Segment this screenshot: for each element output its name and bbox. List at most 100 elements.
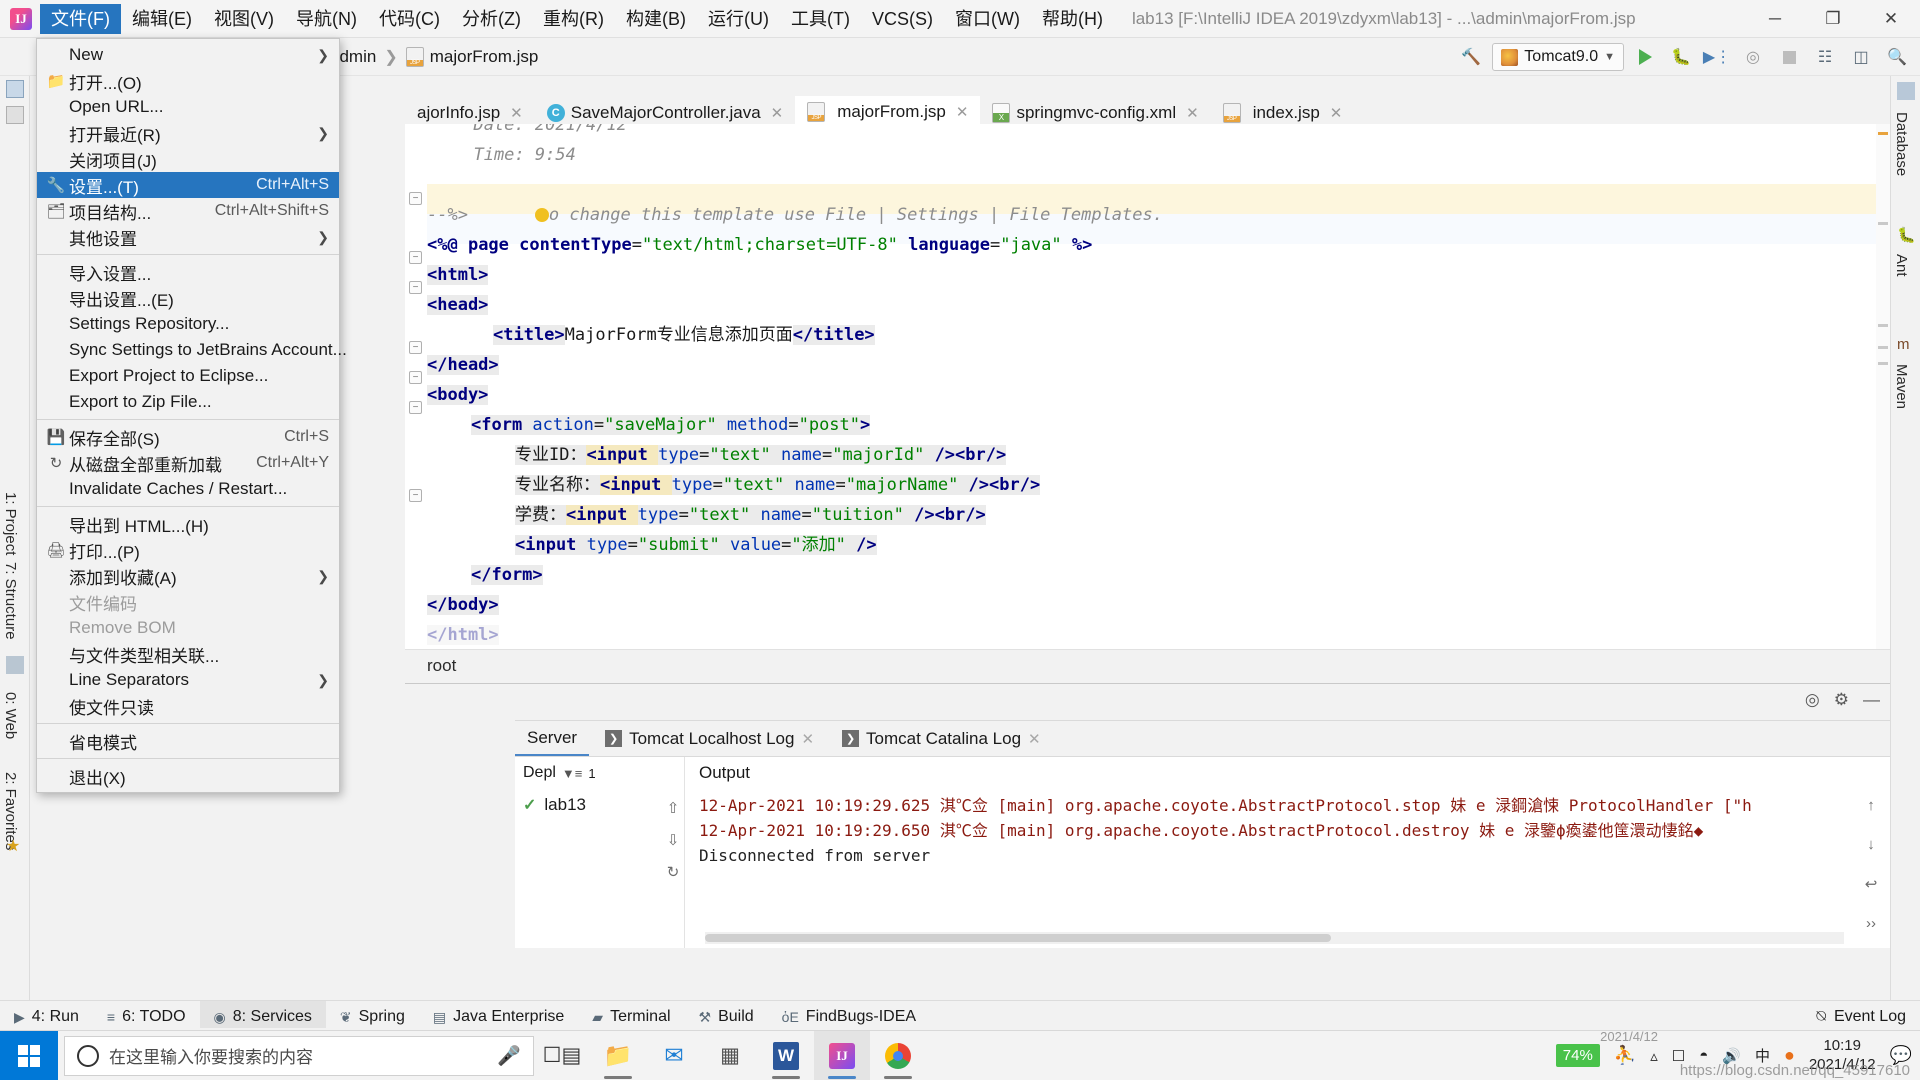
- grid-icon[interactable]: [6, 656, 24, 674]
- fold-icon[interactable]: −: [409, 371, 422, 384]
- target-icon[interactable]: ◎: [1805, 690, 1820, 710]
- file-menu-item-13[interactable]: Export Project to Eclipse...: [37, 363, 339, 389]
- menu-item-5[interactable]: 分析(Z): [451, 4, 532, 34]
- database-icon[interactable]: [1897, 82, 1915, 100]
- tool-window-tab-0[interactable]: Server: [515, 722, 590, 756]
- scroll-up-icon[interactable]: ⇧: [667, 799, 680, 817]
- menu-item-11[interactable]: 窗口(W): [944, 4, 1031, 34]
- file-menu-item-7[interactable]: 其他设置 ❯: [37, 224, 339, 250]
- file-menu-item-4[interactable]: 关闭项目(J): [37, 146, 339, 172]
- run-configuration-selector[interactable]: Tomcat9.0 ▼: [1492, 43, 1624, 71]
- store-icon[interactable]: ▦: [702, 1031, 758, 1080]
- file-menu-dropdown[interactable]: New ❯ 📁 打开...(O) Open URL... 打开最近(R) ❯ 关闭项目(J) 🔧…: [36, 38, 347, 793]
- profile-icon[interactable]: ◎: [1738, 43, 1768, 71]
- sidebar-item-project[interactable]: 1: Project: [0, 486, 23, 561]
- breadcrumb-file[interactable]: majorFrom.jsp: [430, 47, 539, 67]
- close-tab-icon[interactable]: ✕: [1186, 104, 1199, 122]
- fold-icon[interactable]: −: [409, 251, 422, 264]
- minimize-icon[interactable]: —: [1863, 690, 1880, 710]
- file-menu-item-2[interactable]: Open URL...: [37, 94, 339, 120]
- expand-icon[interactable]: ››: [1866, 915, 1876, 932]
- arrow-up-icon[interactable]: ↑: [1867, 797, 1875, 814]
- menu-item-7[interactable]: 构建(B): [615, 4, 697, 34]
- start-button[interactable]: [0, 1030, 58, 1080]
- run-with-coverage-icon[interactable]: ▶⋮: [1702, 43, 1732, 71]
- taskbar-search-input[interactable]: 在这里输入你要搜索的内容 🎤: [64, 1035, 534, 1076]
- sidebar-item-maven[interactable]: Maven: [1889, 358, 1914, 415]
- menu-item-4[interactable]: 代码(C): [368, 4, 451, 34]
- file-menu-item-12[interactable]: Sync Settings to JetBrains Account...: [37, 337, 347, 363]
- menu-item-10[interactable]: VCS(S): [861, 4, 944, 34]
- tool-window-tab-1[interactable]: ❯ Tomcat Localhost Log ✕: [593, 723, 826, 755]
- sidebar-item-web[interactable]: 0: Web: [0, 686, 23, 745]
- accessibility-icon[interactable]: ⛹: [1614, 1045, 1636, 1066]
- sidebar-item-structure[interactable]: 7: Structure: [0, 556, 23, 646]
- menu-item-6[interactable]: 重构(R): [532, 4, 615, 34]
- star-icon[interactable]: ★: [6, 836, 24, 855]
- fold-icon[interactable]: −: [409, 401, 422, 414]
- file-menu-item-20[interactable]: 导出到 HTML...(H): [37, 511, 339, 537]
- file-explorer-icon[interactable]: 📁: [590, 1031, 646, 1080]
- menu-item-8[interactable]: 运行(U): [697, 4, 780, 34]
- console-output[interactable]: 12-Apr-2021 10:19:29.625 淇℃佥 [main] org.…: [685, 789, 1854, 922]
- maximize-button[interactable]: ❐: [1804, 0, 1862, 38]
- editor-scrollbar[interactable]: [1876, 124, 1890, 649]
- file-menu-item-0[interactable]: New ❯: [37, 42, 339, 68]
- file-menu-item-29[interactable]: 省电模式: [37, 728, 339, 754]
- file-menu-item-1[interactable]: 📁 打开...(O): [37, 68, 339, 94]
- menu-item-12[interactable]: 帮助(H): [1031, 4, 1114, 34]
- fold-icon[interactable]: −: [409, 281, 422, 294]
- mail-icon[interactable]: ✉: [646, 1031, 702, 1080]
- folder-icon[interactable]: [6, 106, 24, 124]
- file-menu-item-17[interactable]: ↻ 从磁盘全部重新加载 Ctrl+Alt+Y: [37, 450, 339, 476]
- run-icon[interactable]: [1630, 43, 1660, 71]
- file-menu-item-26[interactable]: Line Separators ❯: [37, 667, 339, 693]
- microphone-icon[interactable]: 🎤: [497, 1044, 521, 1068]
- code-content[interactable]: Date: 2021/4/12 Time: 9:54 o change this…: [427, 124, 1890, 649]
- breadcrumb-root[interactable]: root: [427, 656, 456, 676]
- file-menu-item-10[interactable]: 导出设置...(E): [37, 285, 339, 311]
- project-structure-icon[interactable]: ☷: [1810, 43, 1840, 71]
- file-menu-item-31[interactable]: 退出(X): [37, 763, 339, 789]
- fold-icon[interactable]: −: [409, 192, 422, 205]
- debug-icon[interactable]: 🐛: [1666, 43, 1696, 71]
- arrow-down-icon[interactable]: ↓: [1867, 836, 1875, 853]
- chrome-icon[interactable]: [870, 1031, 926, 1080]
- console-horizontal-scrollbar[interactable]: [705, 932, 1844, 944]
- file-menu-item-5[interactable]: 🔧 设置...(T) Ctrl+Alt+S: [37, 172, 339, 198]
- intention-bulb-icon[interactable]: [534, 208, 549, 222]
- fold-icon[interactable]: −: [409, 489, 422, 502]
- maven-icon[interactable]: m: [1897, 336, 1915, 354]
- layout-icon[interactable]: ◫: [1846, 43, 1876, 71]
- task-view-icon[interactable]: ☐▤: [534, 1031, 590, 1080]
- word-icon[interactable]: W: [758, 1031, 814, 1080]
- deployment-row[interactable]: ✓ lab13: [515, 789, 684, 821]
- menu-item-1[interactable]: 编辑(E): [121, 4, 203, 34]
- search-icon[interactable]: 🔍: [1882, 43, 1912, 71]
- chevron-up-icon[interactable]: ▵: [1650, 1047, 1658, 1065]
- ant-icon[interactable]: 🐛: [1897, 226, 1916, 244]
- file-menu-item-16[interactable]: 💾 保存全部(S) Ctrl+S: [37, 424, 339, 450]
- fold-icon[interactable]: −: [409, 341, 422, 354]
- soft-wrap-icon[interactable]: ↩: [1865, 875, 1878, 893]
- menu-item-9[interactable]: 工具(T): [780, 4, 861, 34]
- close-tab-icon[interactable]: ✕: [1028, 730, 1041, 748]
- editor-gutter[interactable]: − − − − − − −: [405, 124, 427, 649]
- rerun-icon[interactable]: ↻: [667, 863, 680, 881]
- file-menu-item-9[interactable]: 导入设置...: [37, 259, 339, 285]
- file-menu-item-3[interactable]: 打开最近(R) ❯: [37, 120, 339, 146]
- file-menu-item-14[interactable]: Export to Zip File...: [37, 389, 339, 415]
- gear-icon[interactable]: ⚙: [1834, 690, 1849, 710]
- event-log-button[interactable]: ⍉ Event Log: [1816, 1008, 1906, 1026]
- close-tab-icon[interactable]: ✕: [771, 104, 784, 122]
- menu-item-2[interactable]: 视图(V): [203, 4, 285, 34]
- intellij-icon[interactable]: IJ: [814, 1030, 870, 1080]
- hammer-icon[interactable]: 🔨: [1456, 43, 1486, 71]
- file-menu-item-6[interactable]: 🗂 项目结构... Ctrl+Alt+Shift+S: [37, 198, 339, 224]
- file-menu-item-25[interactable]: 与文件类型相关联...: [37, 641, 339, 667]
- battery-badge[interactable]: 74%: [1555, 1044, 1600, 1067]
- tool-window-tab-2[interactable]: ❯ Tomcat Catalina Log ✕: [830, 723, 1053, 755]
- sidebar-item-database[interactable]: Database: [1889, 106, 1914, 182]
- menu-item-3[interactable]: 导航(N): [285, 4, 368, 34]
- file-menu-item-11[interactable]: Settings Repository...: [37, 311, 339, 337]
